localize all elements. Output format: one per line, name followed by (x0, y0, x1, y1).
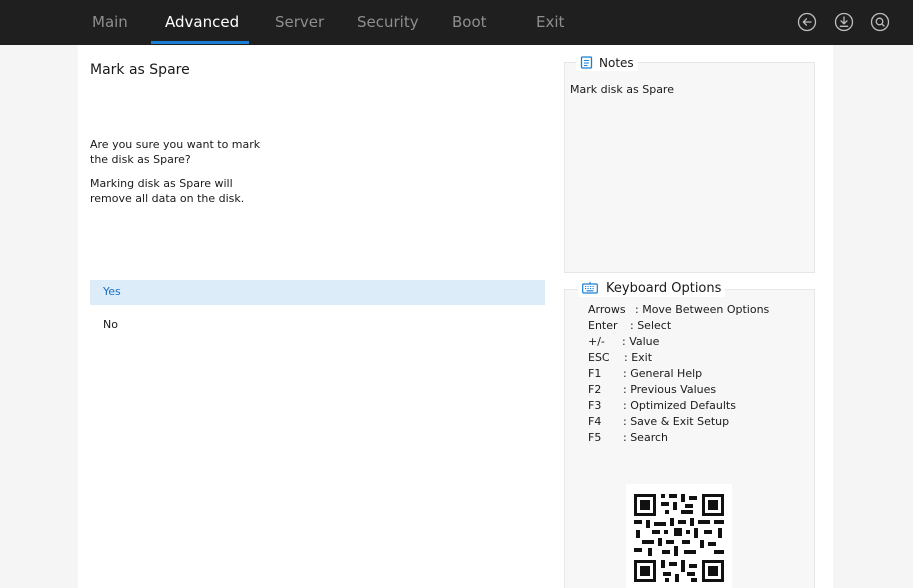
confirm-warning-line2: remove all data on the disk. (90, 192, 245, 205)
confirm-warning-line1: Marking disk as Spare will (90, 177, 233, 190)
kb-row-esc: ESC: Exit (588, 351, 653, 364)
keyboard-options-header: Keyboard Options (578, 281, 726, 297)
kb-row-value: +/-: Value (588, 335, 660, 348)
confirm-question-line2: the disk as Spare? (90, 153, 191, 166)
keyboard-icon (582, 281, 598, 294)
notes-text: Mark disk as Spare (570, 83, 674, 96)
kb-row-f2: F2: Previous Values (588, 383, 717, 396)
confirm-warning: Marking disk as Spare will remove all da… (90, 176, 290, 206)
right-margin (833, 45, 913, 588)
kb-row-f1: F1: General Help (588, 367, 703, 380)
option-no-label: No (103, 318, 118, 331)
qr-code (626, 484, 732, 588)
kb-row-f4: F4: Save & Exit Setup (588, 415, 730, 428)
option-yes[interactable]: Yes (90, 280, 545, 305)
kb-row-arrows: Arrows: Move Between Options (588, 303, 770, 316)
kb-row-enter: Enter: Select (588, 319, 672, 332)
qr-code-image (626, 484, 732, 588)
keyboard-options-title: Keyboard Options (606, 281, 722, 296)
top-menu-bar: Main Advanced Server Security Boot Exit (0, 0, 913, 45)
notes-icon (580, 56, 593, 69)
notes-header: Notes (576, 55, 638, 71)
tab-boot[interactable]: Boot (452, 0, 487, 45)
tab-security[interactable]: Security (357, 0, 419, 45)
tab-advanced[interactable]: Advanced (165, 0, 239, 45)
search-icon[interactable] (870, 12, 890, 32)
tab-main[interactable]: Main (92, 0, 128, 45)
kb-row-f5: F5: Search (588, 431, 668, 444)
option-yes-label: Yes (103, 285, 121, 298)
notes-title: Notes (599, 56, 634, 70)
kb-row-f3: F3: Optimized Defaults (588, 399, 736, 412)
active-tab-indicator (151, 41, 249, 44)
confirm-question-line1: Are you sure you want to mark (90, 138, 261, 151)
tab-exit[interactable]: Exit (536, 0, 564, 45)
page-title: Mark as Spare (90, 62, 190, 78)
back-icon[interactable] (797, 12, 817, 32)
tab-server[interactable]: Server (275, 0, 324, 45)
confirm-question: Are you sure you want to mark the disk a… (90, 137, 290, 167)
save-icon[interactable] (834, 12, 854, 32)
left-margin (0, 45, 78, 588)
option-no[interactable]: No (90, 313, 545, 338)
